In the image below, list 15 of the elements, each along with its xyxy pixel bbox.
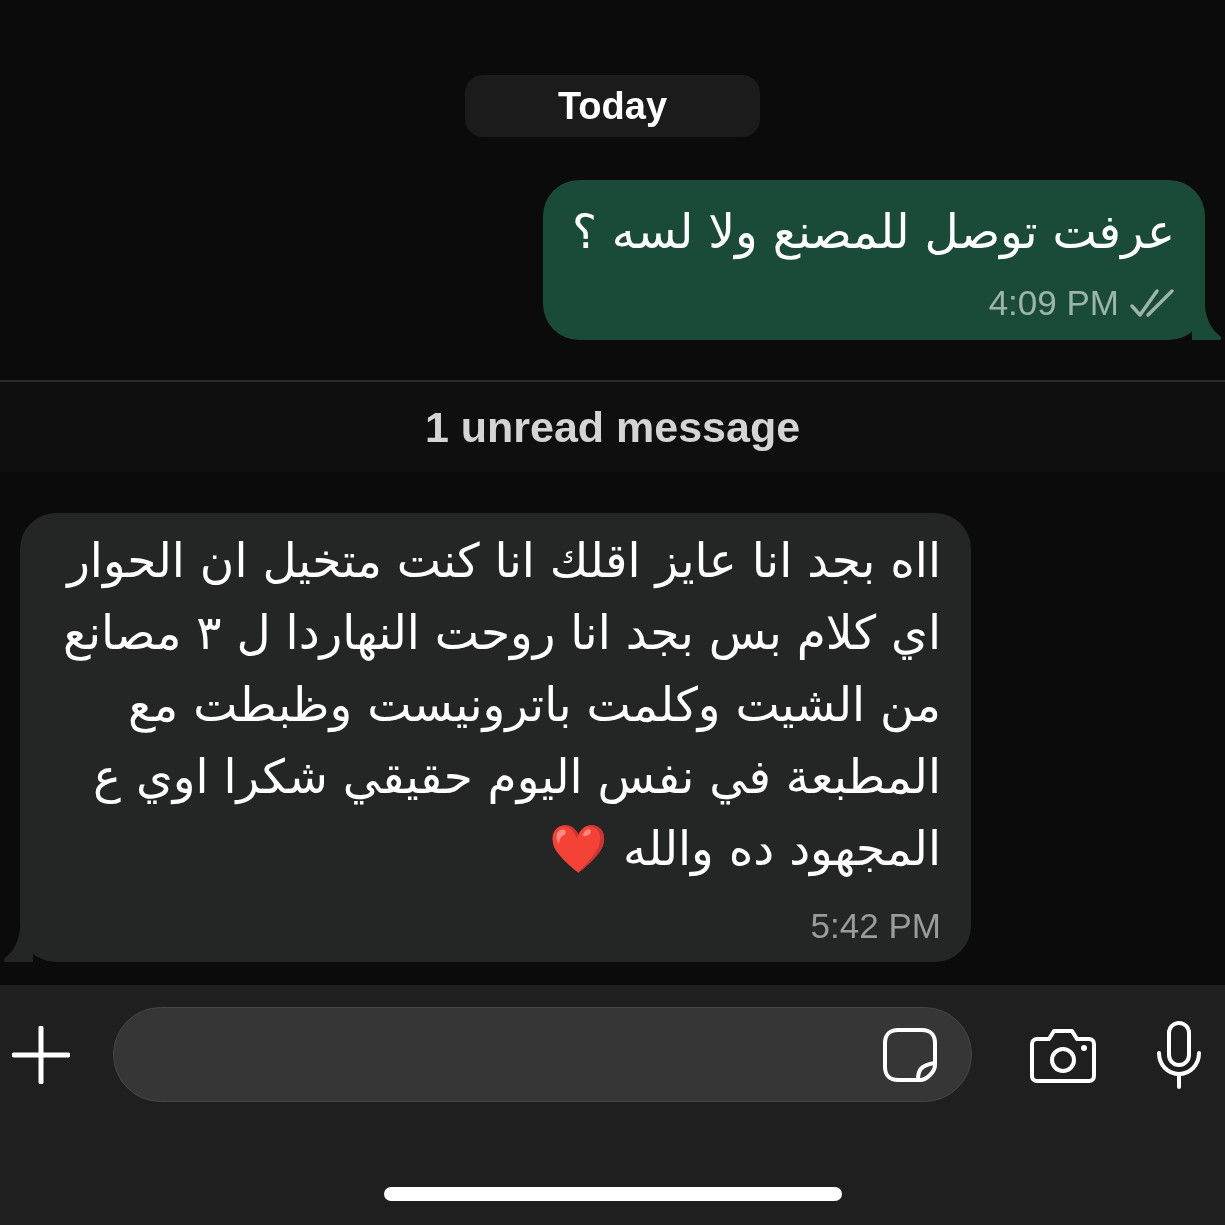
camera-icon [1029, 1026, 1097, 1083]
message-text: ااه بجد انا عايز اقلك انا كنت متخيل ان الحوار اي كلام بس بجد انا روحت النهاردا ل ٣ مصانع من الشيت وكلمت باترونيست وظبطت مع المطبعة في نفس اليوم حقيقي شكرا اوي ع المجهود ده والله ❤ [63, 532, 941, 879]
unread-messages-banner: 1 unread message [0, 380, 1225, 472]
message-time: 5:42 PM [810, 906, 941, 946]
attach-button[interactable] [12, 1025, 70, 1084]
message-text: عرفت توصل للمصنع ولا لسه ؟ [571, 203, 1175, 262]
sticker-button[interactable] [882, 1026, 938, 1083]
date-badge: Today [465, 75, 760, 137]
sticker-icon [882, 1026, 938, 1083]
bubble-tail [1192, 306, 1222, 340]
plus-icon [12, 1025, 70, 1084]
message-time: 4:09 PM [988, 283, 1119, 323]
microphone-icon [1156, 1020, 1202, 1089]
camera-button[interactable] [1029, 1026, 1097, 1083]
microphone-button[interactable] [1156, 1020, 1202, 1089]
